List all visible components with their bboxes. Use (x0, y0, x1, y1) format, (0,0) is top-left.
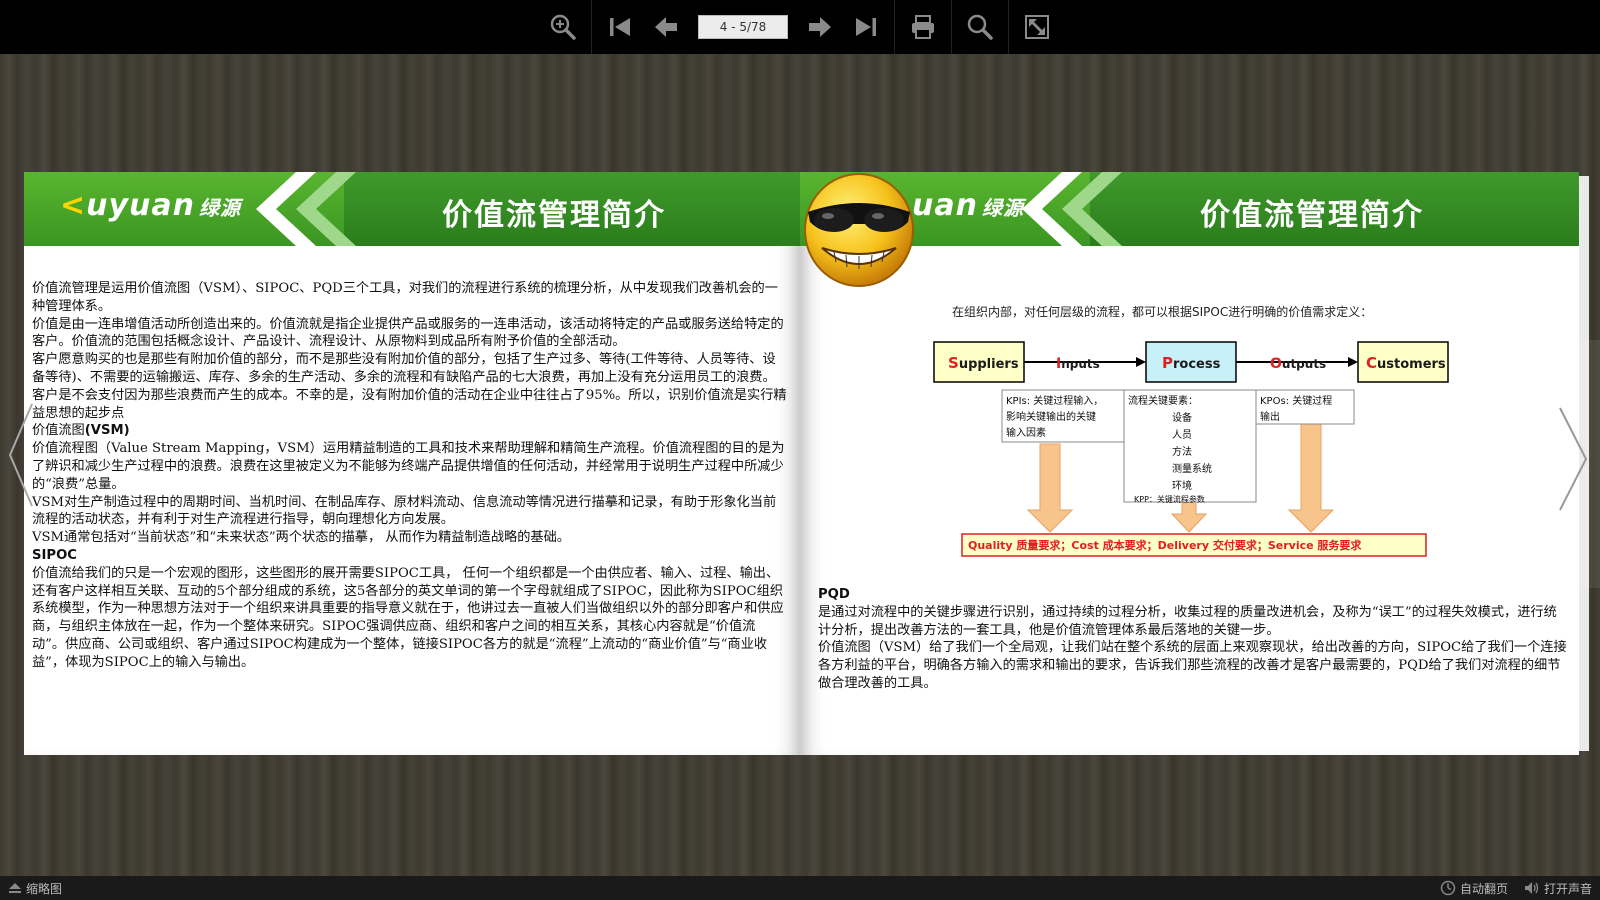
smiley-sunglasses-icon (804, 173, 914, 287)
paragraph: 价值流程图（Value Stream Mapping，VSM）运用精益制造的工具… (32, 441, 785, 492)
toolbar-divider (894, 0, 895, 54)
outputs-initial: O (1270, 356, 1282, 372)
eject-up-icon (9, 883, 21, 893)
suppliers-label: uppliers (959, 357, 1019, 372)
kpis-line: KPIs: 关键过程输入， (1006, 394, 1103, 407)
logo-wordmark: uan (912, 188, 978, 223)
page-title: 价值流管理简介 (442, 198, 666, 233)
chevron-decoration-icon (1062, 172, 1122, 246)
svg-text:Outputs: Outputs (1270, 356, 1326, 372)
arrow-left-icon (655, 17, 677, 37)
process-initial: P (1162, 354, 1173, 372)
toolbar-divider (1008, 0, 1009, 54)
requirements-text: Quality 质量要求；Cost 成本要求；Delivery 交付要求；Ser… (968, 538, 1362, 552)
diagram-caption: 在组织内部，对任何层级的流程，都可以根据SIPOC进行明确的价值需求定义： (952, 304, 1372, 319)
toolbar-divider (591, 0, 592, 54)
section-heading-sipoc: SIPOC (32, 547, 77, 563)
left-page[interactable]: <uyuan 绿源 价值流管理简介 价值流管理是运用价值流图（VSM）、SIPOC… (24, 172, 800, 755)
chevron-decoration-icon (296, 172, 356, 246)
thumbnails-button[interactable]: 缩略图 (8, 880, 62, 897)
company-logo: uan 绿源 (912, 188, 1024, 223)
first-page-icon (610, 18, 630, 36)
autoflip-label: 自动翻页 (1459, 881, 1508, 896)
next-page-arrow-icon[interactable] (1556, 404, 1592, 514)
right-page-body: PQD 是通过对流程中的关键步骤进行识别，通过持续的过程分析，收集过程的质量改进… (818, 586, 1568, 693)
paragraph: 客户愿意购买的也是那些有附加价值的部分，而不是那些没有附加价值的部分，包括了生产… (32, 352, 787, 421)
left-page-body: 价值流管理是运用价值流图（VSM）、SIPOC、PQD三个工具，对我们的流程进行… (32, 280, 788, 672)
paragraph: 价值流图（VSM）给了我们一个全局观，让我们站在整个系统的层面上来观察现状，给出… (818, 640, 1567, 691)
previous-page-button[interactable] (646, 7, 686, 47)
last-page-icon (856, 18, 876, 36)
paragraph: VSM对生产制造过程中的周期时间、当机时间、在制品库存、原材料流动、信息流动等情… (32, 494, 777, 528)
page-number-input[interactable] (698, 15, 788, 39)
svg-text:Process: Process (1162, 354, 1221, 372)
paragraph: 是通过对流程中的关键步骤进行识别，通过持续的过程分析，收集过程的质量改进机会，及… (818, 604, 1557, 638)
company-logo: <uyuan 绿源 (60, 188, 241, 223)
customers-label: ustomers (1377, 357, 1446, 372)
process-element-line: 人员 (1172, 429, 1192, 441)
autoflip-button[interactable]: 自动翻页 (1440, 880, 1508, 897)
paragraph: VSM通常包括对“当前状态”和“未来状态”两个状态的描摹， 从而作为精益制造战略… (32, 530, 570, 546)
process-element-line: 方法 (1172, 445, 1192, 458)
sound-label: 打开声音 (1543, 881, 1592, 896)
svg-text:Inputs: Inputs (1056, 356, 1100, 372)
logo-chinese: 绿源 (981, 196, 1024, 220)
first-page-button[interactable] (600, 7, 640, 47)
viewer-bottom-bar: 缩略图 自动翻页 打开声音 (0, 876, 1600, 900)
process-element-line: 流程关键要素： (1128, 394, 1198, 407)
paragraph: 价值流给我们的只是一个宏观的图形，这些图形的展开需要SIPOC工具， 任何一个组… (32, 565, 784, 670)
fullscreen-button[interactable] (1017, 7, 1057, 47)
customers-initial: C (1366, 354, 1377, 372)
outputs-label: utputs (1282, 357, 1326, 371)
section-heading-vsm: 价值流图(VSM) (32, 422, 788, 440)
page-title: 价值流管理简介 (1200, 198, 1424, 233)
clock-icon (1440, 880, 1456, 896)
suppliers-initial: S (948, 354, 959, 372)
svg-text:Suppliers: Suppliers (948, 354, 1019, 372)
section-heading-pqd: PQD (818, 587, 850, 602)
search-button[interactable] (960, 7, 1000, 47)
thumbnails-label: 缩略图 (26, 881, 63, 896)
process-element-line: 设备 (1172, 411, 1192, 424)
process-element-line: 测量系统 (1172, 462, 1212, 475)
print-button[interactable] (903, 7, 943, 47)
last-page-button[interactable] (846, 7, 886, 47)
paragraph: 价值是由一连串增值活动所创造出来的。价值流就是指企业提供产品或服务的一连串活动，… (32, 316, 784, 350)
previous-page-arrow-icon[interactable] (6, 400, 36, 510)
arrow-right-icon (809, 17, 831, 37)
logo-mark: < (60, 188, 87, 223)
heading-text: 价值流图 (32, 423, 85, 439)
printer-icon (912, 15, 934, 39)
zoom-in-icon (550, 14, 576, 40)
paragraph: 价值流管理是运用价值流图（VSM）、SIPOC、PQD三个工具，对我们的流程进行… (32, 281, 778, 314)
flipbook: <uyuan 绿源 价值流管理简介 价值流管理是运用价值流图（VSM）、SIPOC… (24, 172, 1589, 755)
logo-chinese: 绿源 (199, 196, 242, 220)
search-icon (967, 14, 993, 40)
process-element-line: 环境 (1172, 479, 1192, 492)
speaker-icon (1524, 882, 1539, 894)
process-element-line: KPP：关键流程参数 (1134, 494, 1205, 504)
sipoc-diagram: 在组织内部，对任何层级的流程，都可以根据SIPOC进行明确的价值需求定义： Su… (916, 302, 1456, 564)
viewer-toolbar (0, 0, 1600, 54)
svg-text:Customers: Customers (1366, 354, 1446, 372)
kpos-line: 输出 (1260, 410, 1280, 423)
heading-text-bold: (VSM) (84, 423, 130, 439)
zoom-in-button[interactable] (543, 7, 583, 47)
next-page-button[interactable] (800, 7, 840, 47)
logo-wordmark: uyuan (86, 188, 196, 223)
kpos-line: KPOs: 关键过程 (1260, 394, 1332, 407)
fullscreen-icon (1025, 15, 1049, 39)
kpis-line: 输入因素 (1006, 426, 1046, 439)
sound-button[interactable]: 打开声音 (1524, 880, 1592, 897)
kpis-line: 影响关键输出的关键 (1006, 410, 1096, 423)
toolbar-divider (951, 0, 952, 54)
process-label: rocess (1173, 357, 1221, 372)
inputs-label: nputs (1061, 357, 1100, 371)
